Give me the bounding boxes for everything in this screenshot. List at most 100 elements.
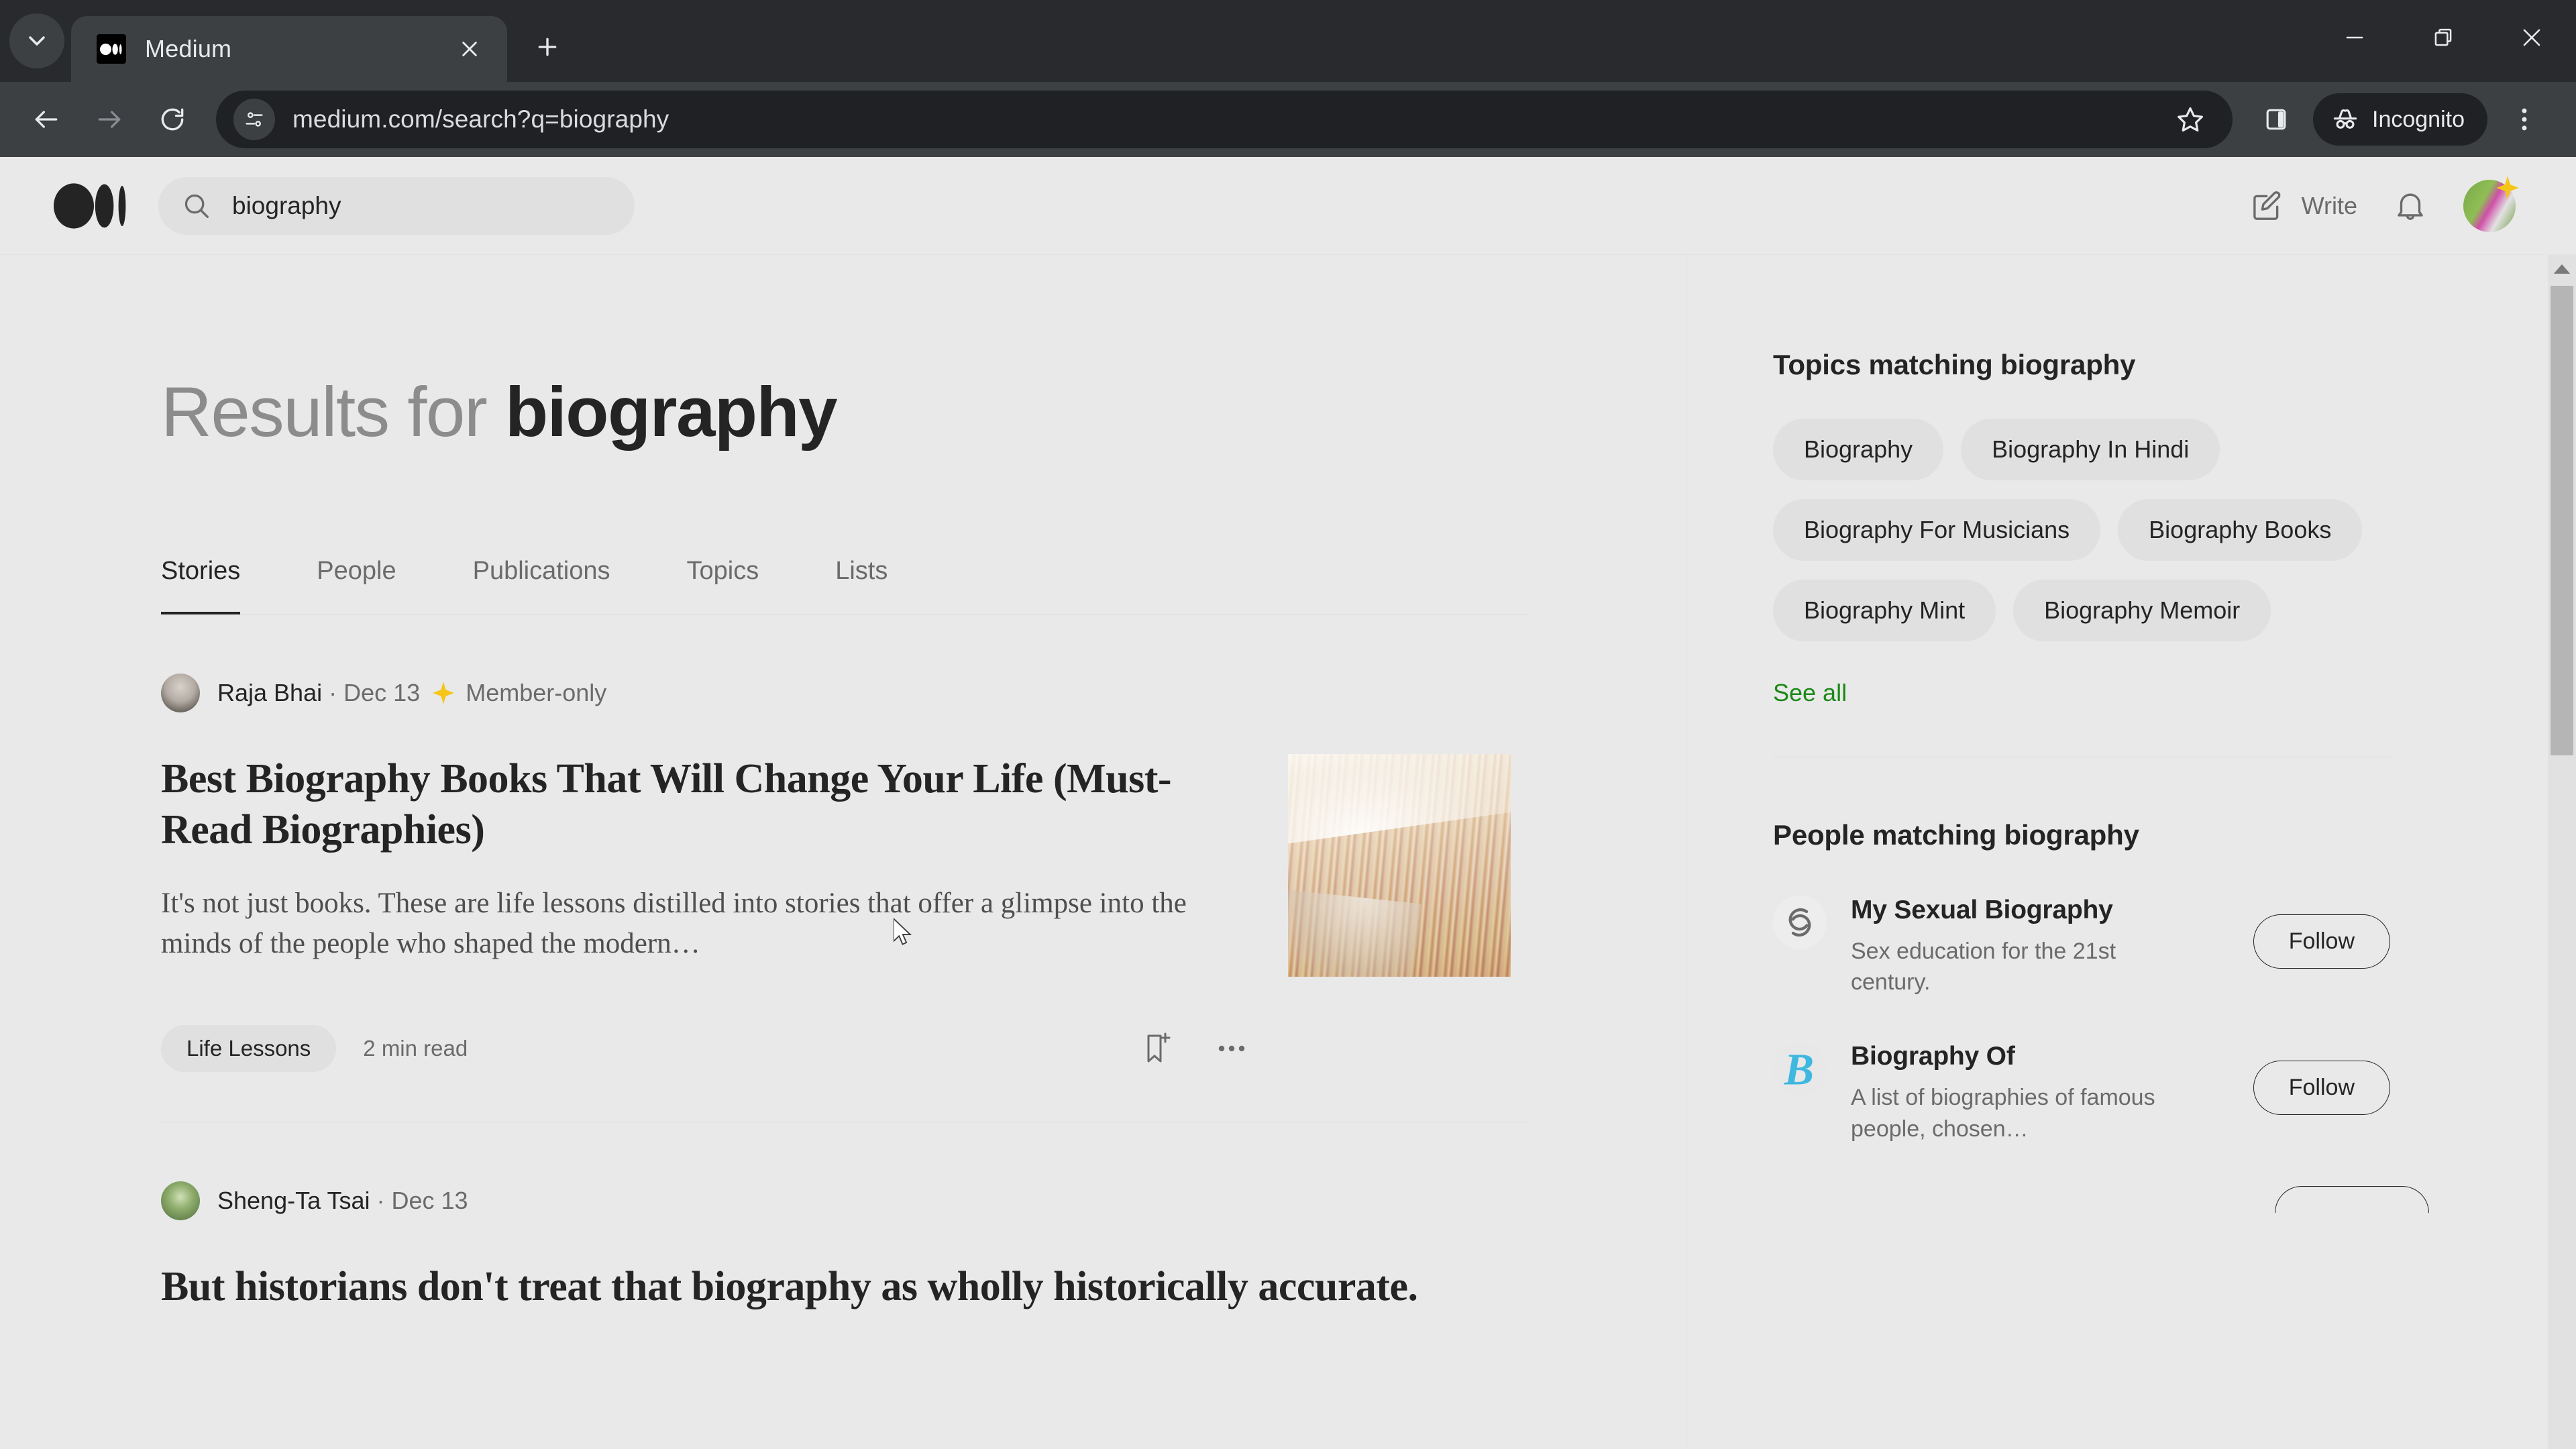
letter-b-avatar[interactable]: B (1773, 1042, 1827, 1096)
restore-icon (2434, 28, 2452, 46)
story-text-block: Best Biography Books That Will Change Yo… (161, 754, 1187, 963)
tab-publications[interactable]: Publications (473, 557, 610, 614)
results-title-prefix: Results for (161, 373, 505, 451)
forward-button[interactable] (78, 88, 141, 151)
story-thumbnail[interactable] (1288, 754, 1511, 977)
follow-button[interactable]: Follow (2253, 914, 2390, 969)
minimize-button[interactable] (2310, 0, 2399, 75)
bell-icon (2398, 193, 2423, 220)
topic-chip[interactable]: Biography For Musicians (1773, 499, 2101, 561)
new-tab-button[interactable] (522, 21, 573, 72)
page-scrollbar[interactable] (2548, 255, 2576, 1449)
scroll-up-arrow-icon (2553, 264, 2571, 274)
author-avatar[interactable] (161, 674, 200, 712)
story-title[interactable]: Best Biography Books That Will Change Yo… (161, 754, 1187, 855)
close-window-button[interactable] (2487, 0, 2576, 75)
tab-search-button[interactable] (9, 13, 64, 68)
medium-logo[interactable] (54, 182, 134, 230)
person-name[interactable]: My Sexual Biography (1851, 896, 2239, 925)
bookmark-star-button[interactable] (2159, 88, 2222, 151)
site-search-box[interactable] (158, 176, 635, 235)
see-all-topics-link[interactable]: See all (1773, 679, 2576, 707)
spiral-avatar[interactable] (1773, 896, 1827, 949)
chevron-down-icon (29, 36, 45, 46)
person-info: Biography Of A list of biographies of fa… (1851, 1042, 2253, 1144)
page-body: Results for biography Stories People Pub… (0, 255, 2576, 1449)
browser-window: Medium medium.com/search?q=biography Inc… (0, 0, 2576, 1449)
follow-button-partial[interactable] (2275, 1185, 2429, 1213)
topic-chip[interactable]: Biography (1773, 419, 1944, 480)
window-controls (2310, 0, 2576, 75)
tab-title: Medium (145, 35, 232, 62)
write-icon (2253, 191, 2280, 220)
story-main-row: Best Biography Books That Will Change Yo… (161, 754, 1529, 977)
tab-close-button[interactable] (451, 30, 488, 68)
forward-arrow-icon (98, 111, 121, 128)
story-byline: Sheng-Ta Tsai · Dec 13 (161, 1181, 1529, 1220)
story-tag[interactable]: Life Lessons (161, 1025, 337, 1072)
topics-heading: Topics matching biography (1773, 349, 2136, 380)
side-panel-icon (2266, 109, 2286, 130)
page-viewport: Write Results for biography (0, 157, 2576, 1449)
sidebar: Topics matching biography Biography Biog… (1687, 255, 2576, 1449)
story-title[interactable]: But historians don't treat that biograph… (161, 1262, 1529, 1313)
minimize-icon (2346, 36, 2363, 39)
author-avatar[interactable] (161, 1181, 200, 1220)
follow-button[interactable]: Follow (2253, 1061, 2390, 1116)
topic-chip[interactable]: Biography Memoir (2013, 580, 2271, 641)
member-star-icon (433, 682, 455, 704)
header-actions: Write (2249, 176, 2519, 232)
avatar[interactable] (2463, 176, 2519, 232)
story-read-time: 2 min read (363, 1036, 468, 1061)
more-options-icon[interactable] (1216, 1032, 1248, 1065)
story-actions (1142, 1031, 1529, 1066)
svg-text:B: B (1784, 1046, 1814, 1095)
person-row[interactable]: My Sexual Biography Sex education for th… (1773, 896, 2390, 998)
scrollbar-thumb[interactable] (2551, 286, 2573, 755)
spiral-icon (1788, 908, 1811, 937)
person-description: A list of biographies of famous people, … (1851, 1085, 2155, 1142)
search-results-column: Results for biography Stories People Pub… (0, 255, 1687, 1449)
person-row[interactable]: B Biography Of A list of biographies of … (1773, 1042, 2390, 1144)
topic-chip[interactable]: Biography In Hindi (1961, 419, 2220, 480)
tab-lists[interactable]: Lists (835, 557, 888, 614)
write-button[interactable]: Write (2249, 188, 2357, 224)
address-bar[interactable]: medium.com/search?q=biography (216, 91, 2233, 148)
author-name[interactable]: Sheng-Ta Tsai (217, 1187, 370, 1215)
incognito-label: Incognito (2372, 106, 2465, 132)
medium-site-header: Write (0, 157, 2576, 255)
byline-separator: · (329, 679, 337, 706)
story-byline: Raja Bhai · Dec 13 Member-only (161, 674, 1529, 712)
tab-topics[interactable]: Topics (687, 557, 759, 614)
star-icon (2178, 107, 2203, 132)
bookmark-add-icon[interactable] (1142, 1031, 1174, 1066)
search-input[interactable] (232, 191, 612, 220)
incognito-icon (2333, 109, 2357, 129)
letter-b-icon: B (1784, 1046, 1814, 1095)
scroll-up-button[interactable] (2548, 255, 2576, 283)
close-icon (462, 42, 477, 56)
byline-separator: · (376, 1187, 385, 1214)
topic-chip[interactable]: Biography Books (2118, 499, 2363, 561)
tab-people[interactable]: People (317, 557, 396, 614)
story-excerpt: It's not just books. These are life less… (161, 888, 1187, 959)
omnibox-actions (2159, 88, 2222, 151)
story-card[interactable]: Raja Bhai · Dec 13 Member-only Best Biog… (161, 614, 1529, 1122)
person-name[interactable]: Biography Of (1851, 1042, 2239, 1071)
author-name[interactable]: Raja Bhai (217, 679, 322, 707)
incognito-indicator[interactable]: Incognito (2313, 93, 2487, 146)
back-button[interactable] (15, 88, 78, 151)
browser-toolbar: medium.com/search?q=biography Incognito (0, 82, 2576, 157)
chrome-menu-button[interactable] (2493, 88, 2556, 151)
notifications-button[interactable] (2392, 188, 2428, 224)
reload-button[interactable] (141, 88, 204, 151)
side-panel-button[interactable] (2245, 88, 2308, 151)
tab-stories[interactable]: Stories (161, 557, 241, 614)
site-info-button[interactable] (233, 99, 275, 140)
maximize-button[interactable] (2399, 0, 2487, 75)
write-label: Write (2301, 191, 2357, 219)
browser-tab-medium[interactable]: Medium (71, 16, 507, 82)
topic-chip[interactable]: Biography Mint (1773, 580, 1996, 641)
story-card[interactable]: Sheng-Ta Tsai · Dec 13 But historians do… (161, 1122, 1529, 1313)
person-description: Sex education for the 21st century. (1851, 938, 2116, 996)
